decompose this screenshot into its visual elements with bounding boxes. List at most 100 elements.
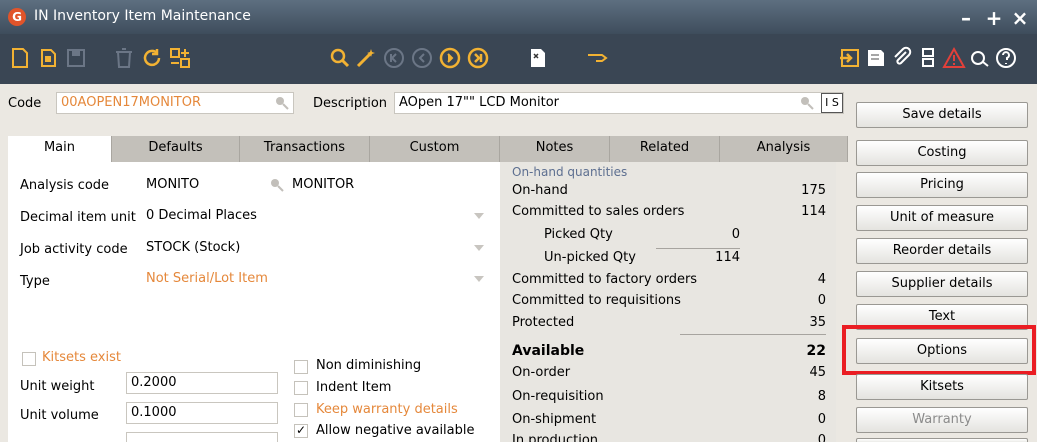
non-diminishing-checkbox[interactable]	[294, 360, 308, 374]
main-panel	[8, 162, 500, 442]
toolbar	[0, 34, 1037, 84]
minimize-button[interactable]: –	[954, 8, 978, 28]
next-button[interactable]	[856, 438, 1028, 442]
window-title: IN Inventory Item Maintenance	[34, 8, 251, 24]
committed-requisitions-label: Committed to requisitions	[512, 293, 681, 308]
close-button[interactable]: ×	[1008, 8, 1032, 28]
tab-bar: Main Defaults Transactions Custom Notes …	[8, 136, 848, 162]
first-record-icon[interactable]	[382, 46, 406, 70]
type-select[interactable]: Not Serial/Lot Item	[146, 271, 268, 286]
job-activity-dropdown-icon[interactable]	[474, 245, 484, 251]
protected-value: 35	[809, 315, 826, 330]
analysis-code-label: Analysis code	[20, 178, 110, 193]
alert-icon[interactable]	[942, 46, 966, 70]
warranty-button[interactable]: Warranty	[856, 407, 1028, 433]
unpicked-qty-value: 114	[715, 250, 740, 265]
unpicked-qty-label: Un-picked Qty	[544, 250, 636, 265]
job-activity-select[interactable]: STOCK (Stock)	[146, 240, 240, 255]
on-shipment-label: On-shipment	[512, 412, 597, 427]
copy-document-icon[interactable]	[36, 46, 60, 70]
next-record-icon[interactable]	[438, 46, 462, 70]
is-tag[interactable]: I S	[821, 93, 843, 113]
import-icon[interactable]	[838, 46, 862, 70]
reorder-details-button[interactable]: Reorder details	[856, 238, 1028, 264]
app-logo: G	[8, 8, 26, 26]
keep-warranty-checkbox[interactable]	[294, 403, 308, 417]
tab-related[interactable]: Related	[610, 136, 720, 162]
on-order-value: 45	[809, 365, 826, 380]
code-label: Code	[8, 96, 42, 111]
unit-volume-label: Unit volume	[20, 408, 99, 423]
analysis-code-desc: MONITOR	[292, 177, 355, 192]
unit-weight-input[interactable]: 0.2000	[126, 372, 278, 394]
layout-icon[interactable]	[168, 46, 192, 70]
tab-transactions[interactable]: Transactions	[240, 136, 370, 162]
on-requisition-label: On-requisition	[512, 389, 604, 404]
decimal-unit-select[interactable]: 0 Decimal Places	[146, 208, 257, 223]
pricing-button[interactable]: Pricing	[856, 172, 1028, 198]
code-lookup-icon[interactable]	[275, 96, 289, 110]
attachment-icon[interactable]	[890, 46, 914, 70]
tab-main[interactable]: Main	[8, 136, 112, 162]
keep-warranty-label: Keep warranty details	[316, 402, 458, 417]
tab-notes[interactable]: Notes	[500, 136, 610, 162]
decimal-unit-dropdown-icon[interactable]	[474, 213, 484, 219]
unit-of-measure-button[interactable]: Unit of measure	[856, 205, 1028, 231]
onhand-label: On-hand	[512, 183, 568, 198]
save-icon[interactable]	[64, 46, 88, 70]
help-icon[interactable]	[994, 46, 1018, 70]
description-lookup-icon[interactable]	[800, 96, 814, 110]
type-dropdown-icon[interactable]	[474, 276, 484, 282]
on-order-label: On-order	[512, 365, 571, 380]
analysis-lookup-icon[interactable]	[270, 178, 284, 192]
in-production-value: 0	[817, 433, 826, 442]
description-input[interactable]: AOpen 17"" LCD Monitor I S	[394, 92, 844, 114]
allow-negative-checkbox[interactable]: ✓	[294, 424, 308, 438]
committed-factory-label: Committed to factory orders	[512, 272, 698, 287]
unit-weight-value: 0.2000	[131, 375, 177, 390]
search-icon[interactable]	[328, 46, 352, 70]
code-value: 00AOPEN17MONITOR	[61, 95, 201, 110]
last-record-icon[interactable]	[466, 46, 490, 70]
kitsets-exist-checkbox[interactable]	[22, 352, 36, 366]
available-value: 22	[806, 343, 826, 359]
available-label: Available	[512, 343, 585, 359]
maximize-button[interactable]: +	[982, 8, 1006, 28]
committed-requisitions-value: 0	[817, 293, 826, 308]
job-activity-label: Job activity code	[20, 242, 128, 257]
supplier-details-button[interactable]: Supplier details	[856, 271, 1028, 297]
onhand-header: On-hand quantities	[512, 165, 628, 179]
analysis-code-input[interactable]: MONITO	[146, 177, 199, 192]
picked-qty-label: Picked Qty	[544, 227, 613, 242]
kitsets-button[interactable]: Kitsets	[856, 374, 1028, 400]
prev-record-icon[interactable]	[410, 46, 434, 70]
export-icon[interactable]	[526, 46, 550, 70]
wand-icon[interactable]	[354, 46, 378, 70]
committed-factory-value: 4	[817, 272, 826, 287]
tab-defaults[interactable]: Defaults	[112, 136, 240, 162]
unit-weight-label: Unit weight	[20, 379, 95, 394]
pointer-hand-icon[interactable]	[586, 46, 610, 70]
notes-icon[interactable]	[864, 46, 888, 70]
view-options-icon[interactable]	[968, 46, 992, 70]
refresh-icon[interactable]	[140, 46, 164, 70]
unit-volume-input[interactable]: 0.1000	[126, 402, 278, 424]
available-separator	[680, 334, 826, 335]
non-diminishing-label: Non diminishing	[316, 358, 422, 373]
protected-label: Protected	[512, 315, 575, 330]
on-shipment-value: 0	[817, 412, 826, 427]
description-label: Description	[313, 96, 388, 111]
code-input[interactable]: 00AOPEN17MONITOR	[56, 92, 294, 114]
delete-icon[interactable]	[112, 46, 136, 70]
costing-button[interactable]: Costing	[856, 140, 1028, 166]
allow-negative-label: Allow negative available	[316, 423, 475, 438]
on-requisition-value: 8	[817, 389, 826, 404]
indent-item-checkbox[interactable]	[294, 381, 308, 395]
tab-analysis[interactable]: Analysis	[720, 136, 848, 162]
new-document-icon[interactable]	[8, 46, 32, 70]
save-details-button[interactable]: Save details	[856, 102, 1028, 128]
committed-sales-label: Committed to sales orders	[512, 204, 685, 219]
tab-custom[interactable]: Custom	[370, 136, 500, 162]
form-icon[interactable]	[916, 46, 940, 70]
next-field-input[interactable]	[126, 432, 278, 442]
